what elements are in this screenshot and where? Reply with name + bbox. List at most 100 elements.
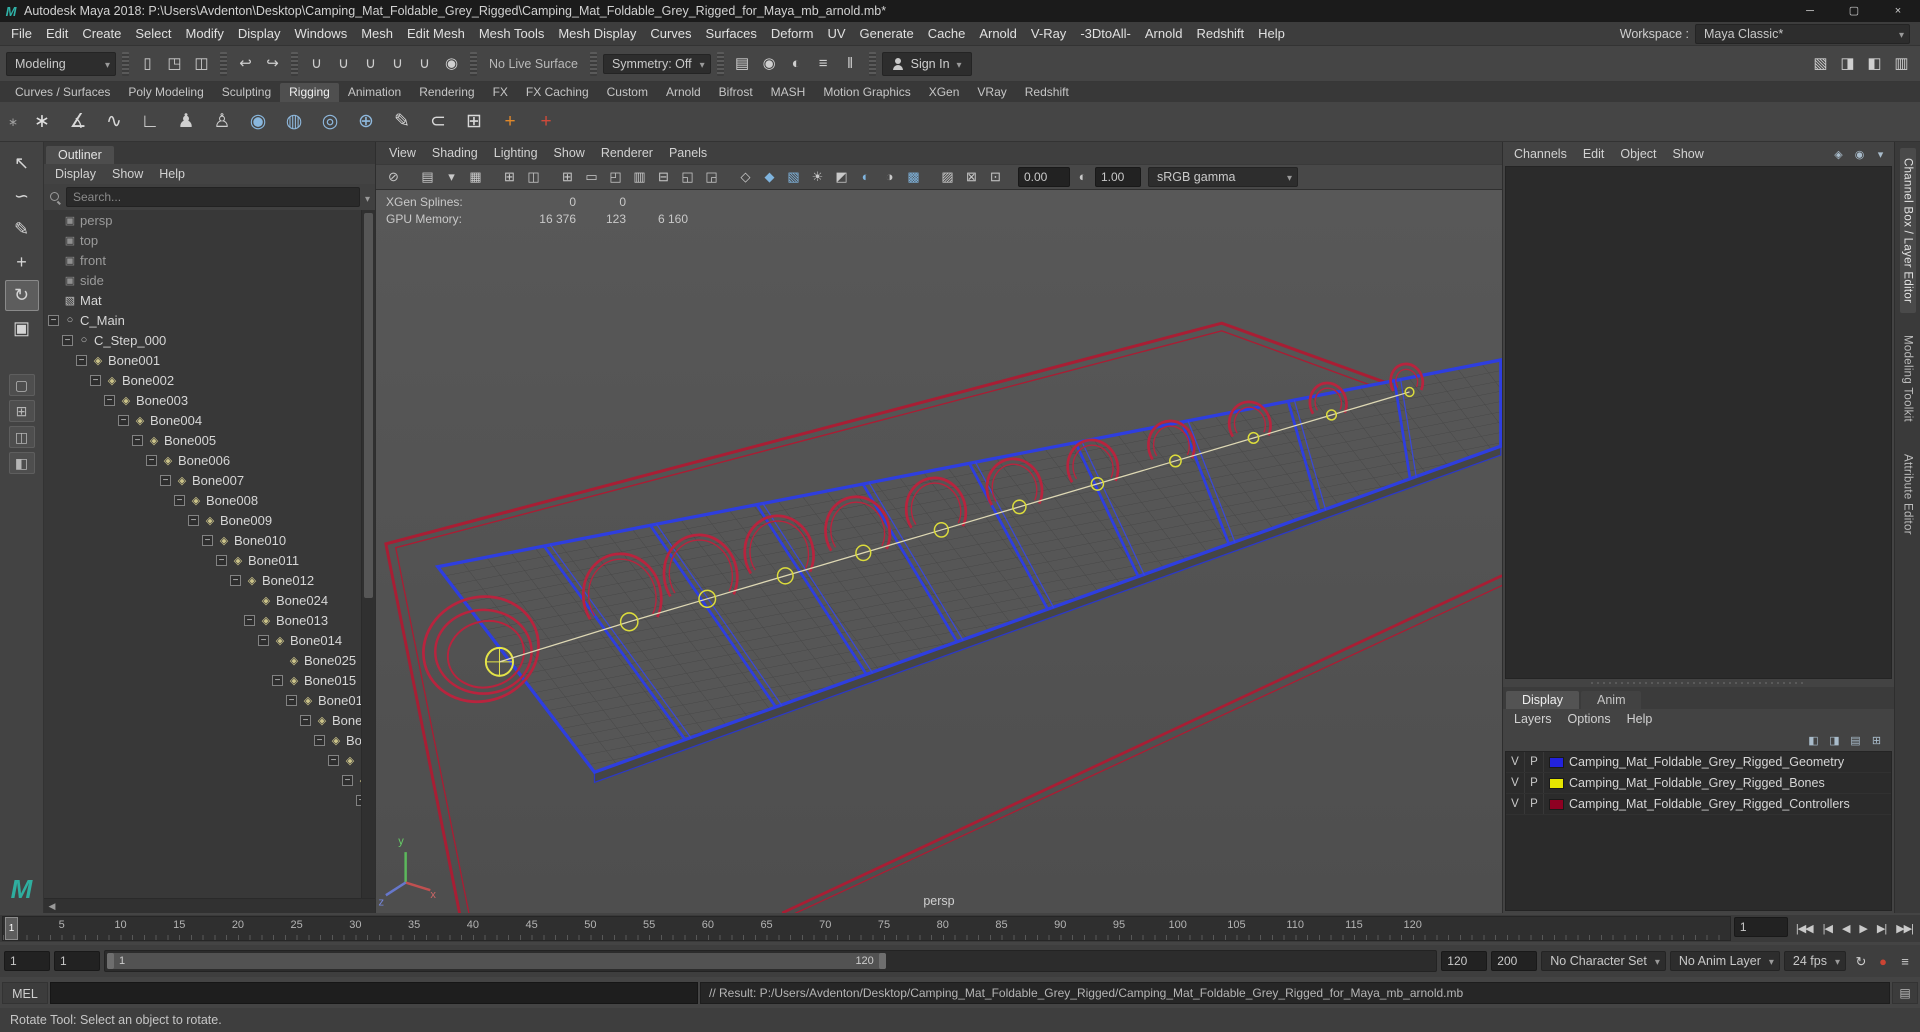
menu-item[interactable]: Windows xyxy=(287,22,354,46)
occlusion-icon[interactable]: ◐ xyxy=(854,166,877,188)
cluster-icon[interactable]: ⊂ xyxy=(421,105,455,139)
outliner-item[interactable]: ◈ Bone011 xyxy=(44,550,361,570)
menu-item[interactable]: Select xyxy=(128,22,178,46)
layer-color-swatch[interactable] xyxy=(1549,756,1564,768)
status-group-divider[interactable] xyxy=(291,51,298,76)
layer-editor-tab[interactable]: Anim xyxy=(1581,691,1642,709)
shelf-tab[interactable]: Arnold xyxy=(657,83,710,102)
layer-visibility-toggle[interactable]: V xyxy=(1506,794,1525,814)
move-tool[interactable]: + xyxy=(5,247,39,278)
lattice-icon[interactable]: ⊞ xyxy=(457,105,491,139)
channel-box-options-icon[interactable]: ▾ xyxy=(1871,145,1890,163)
menu-item[interactable]: Arnold xyxy=(1138,22,1190,46)
shelf-tab[interactable]: Rendering xyxy=(410,83,483,102)
shelf-tab[interactable]: FX xyxy=(484,83,517,102)
snap-to-projected-center-icon[interactable]: ∪ xyxy=(385,51,410,76)
joint-xray-icon[interactable]: ⊠ xyxy=(960,166,983,188)
expander-icon[interactable] xyxy=(90,374,101,386)
outliner-item[interactable]: ▣ front xyxy=(44,250,361,270)
ipr-render-icon[interactable]: ◐ xyxy=(784,51,809,76)
layer-editor-menu[interactable]: Options xyxy=(1561,712,1618,726)
step-back-frame-button[interactable]: |◀ xyxy=(1818,922,1837,935)
script-editor-icon[interactable] xyxy=(1892,982,1918,1004)
outliner-hscrollbar[interactable] xyxy=(44,898,375,913)
animation-start-field[interactable] xyxy=(4,951,50,971)
outliner-item[interactable]: ◈ Bone014 xyxy=(44,630,361,650)
menu-item[interactable]: Mesh Tools xyxy=(472,22,552,46)
humanik-character-icon[interactable]: ♟ xyxy=(169,105,203,139)
panel-splitter[interactable] xyxy=(1503,679,1894,687)
close-button[interactable]: × xyxy=(1876,0,1920,22)
outliner-item[interactable]: ◈ Bone019 xyxy=(44,750,361,770)
maximize-button[interactable]: ▢ xyxy=(1832,0,1876,22)
all-lights-icon[interactable]: ☀ xyxy=(806,166,829,188)
scale-tool[interactable]: ▣ xyxy=(5,313,39,344)
scroll-left-icon[interactable] xyxy=(44,899,60,913)
viewport-menu[interactable]: Lighting xyxy=(487,146,545,160)
layer-row[interactable]: V P Camping_Mat_Foldable_Grey_Rigged_Bon… xyxy=(1506,773,1891,794)
multisample-icon[interactable]: ▩ xyxy=(902,166,925,188)
animation-preferences-icon[interactable]: ≡ xyxy=(1894,949,1916,974)
menu-item[interactable]: Create xyxy=(75,22,128,46)
side-panel-tab[interactable]: Modeling Toolkit xyxy=(1900,325,1916,432)
status-group-divider[interactable] xyxy=(589,51,597,76)
shelf-tab[interactable]: Bifrost xyxy=(710,83,762,102)
outliner-scrollbar[interactable] xyxy=(361,210,375,898)
menu-item[interactable]: Display xyxy=(231,22,288,46)
layout-two-pane-button[interactable]: ◫ xyxy=(8,426,35,448)
play-backward-button[interactable]: ◀ xyxy=(1837,922,1854,935)
command-input[interactable] xyxy=(50,982,698,1004)
camera-attributes-icon[interactable]: ▤ xyxy=(416,166,439,188)
workspace-select[interactable]: Maya Classic* xyxy=(1695,23,1910,44)
side-panel-tab[interactable]: Channel Box / Layer Editor xyxy=(1899,148,1916,314)
contrast-icon[interactable]: ◐ xyxy=(1071,166,1094,188)
make-live-icon[interactable]: ◉ xyxy=(439,51,464,76)
outliner-search-input[interactable] xyxy=(66,187,360,207)
expander-icon[interactable] xyxy=(300,714,311,726)
status-group-divider[interactable] xyxy=(122,51,129,76)
outliner-item[interactable]: ○ C_Main xyxy=(44,310,361,330)
outliner-item[interactable]: ◈ Bone007 xyxy=(44,470,361,490)
expander-icon[interactable] xyxy=(76,354,87,366)
textured-mode-icon[interactable]: ▧ xyxy=(782,166,805,188)
scrollbar-thumb[interactable] xyxy=(364,213,373,599)
channel-box-menu[interactable]: Edit xyxy=(1576,147,1612,161)
shelf-tab[interactable]: VRay xyxy=(968,83,1015,102)
snap-to-grid-icon[interactable]: ∪ xyxy=(304,51,329,76)
field-chart-icon[interactable]: ⊟ xyxy=(652,166,675,188)
status-group-divider[interactable] xyxy=(220,51,227,76)
expander-icon[interactable] xyxy=(342,774,353,786)
outliner-item[interactable]: ◈ Bone009 xyxy=(44,510,361,530)
layer-visibility-toggle[interactable]: V xyxy=(1506,752,1525,772)
oversampling-icon[interactable]: ◫ xyxy=(522,166,545,188)
menu-item[interactable]: File xyxy=(4,22,39,46)
layer-editor-menu[interactable]: Layers xyxy=(1507,712,1559,726)
wireframe-mode-icon[interactable]: ◇ xyxy=(734,166,757,188)
expander-icon[interactable] xyxy=(104,394,115,406)
expander-icon[interactable] xyxy=(62,334,73,346)
safe-title-icon[interactable]: ◲ xyxy=(700,166,723,188)
outliner-item[interactable]: ◈ Bone013 xyxy=(44,610,361,630)
filter-options-icon[interactable] xyxy=(365,190,370,205)
layer-playback-toggle[interactable]: P xyxy=(1525,794,1544,814)
playback-range-bar[interactable]: 1 120 xyxy=(107,953,886,969)
hypershade-toggle-icon[interactable]: ◨ xyxy=(1835,51,1860,76)
motion-blur-icon[interactable]: ◑ xyxy=(878,166,901,188)
fps-select[interactable]: 24 fps xyxy=(1783,951,1846,971)
viewport[interactable]: x y z XGen Splines: 0 0 GPU Memory: 16 376… xyxy=(376,190,1502,913)
menu-item[interactable]: Cache xyxy=(921,22,973,46)
move-layer-down-icon[interactable]: ◨ xyxy=(1825,731,1844,749)
colorspace-select[interactable]: sRGB gamma xyxy=(1148,167,1298,187)
shelf-tab[interactable]: XGen xyxy=(920,83,969,102)
safe-action-icon[interactable]: ◱ xyxy=(676,166,699,188)
layer-row[interactable]: V P Camping_Mat_Foldable_Grey_Rigged_Con… xyxy=(1506,794,1891,815)
expander-icon[interactable] xyxy=(286,694,297,706)
menu-item[interactable]: V-Ray xyxy=(1024,22,1073,46)
bind-skin-icon[interactable]: ◍ xyxy=(277,105,311,139)
tool-settings-toggle-icon[interactable]: ◧ xyxy=(1862,51,1887,76)
save-scene-icon[interactable]: ◫ xyxy=(189,51,214,76)
shelf-tab[interactable]: Sculpting xyxy=(213,83,280,102)
shelf-tab[interactable]: Rigging xyxy=(280,83,339,102)
move-layer-up-icon[interactable]: ◧ xyxy=(1804,731,1823,749)
anim-layer-select[interactable]: No Anim Layer xyxy=(1669,951,1780,971)
